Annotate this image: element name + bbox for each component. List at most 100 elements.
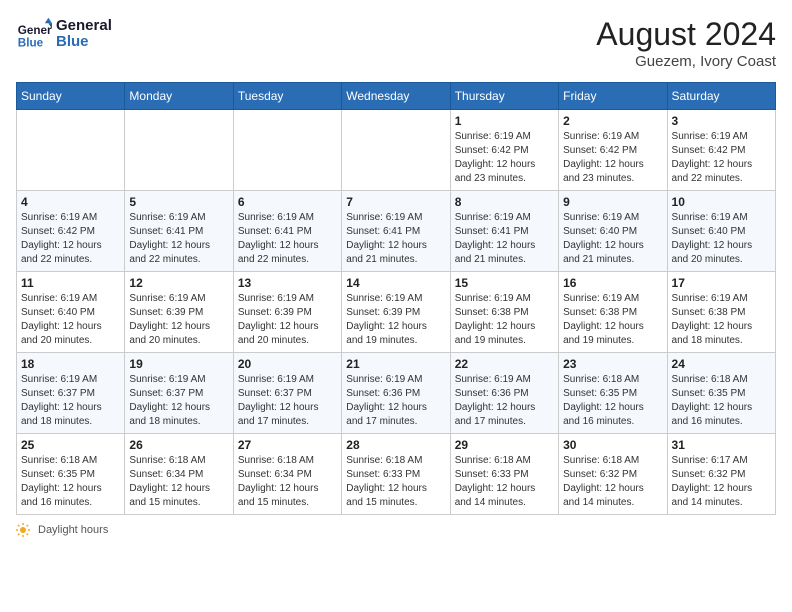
location-subtitle: Guezem, Ivory Coast <box>596 53 776 70</box>
calendar-cell: 13 Sunrise: 6:19 AM Sunset: 6:39 PM Dayli… <box>233 272 341 353</box>
day-number: 12 <box>129 276 228 290</box>
day-number: 6 <box>238 195 337 209</box>
day-number: 18 <box>21 357 120 371</box>
day-number: 4 <box>21 195 120 209</box>
day-info: Sunrise: 6:19 AM Sunset: 6:42 PM Dayligh… <box>21 211 120 267</box>
day-info: Sunrise: 6:19 AM Sunset: 6:41 PM Dayligh… <box>455 211 554 267</box>
day-info: Sunrise: 6:18 AM Sunset: 6:32 PM Dayligh… <box>563 454 662 510</box>
day-number: 15 <box>455 276 554 290</box>
calendar-week-row: 25Sunrise: 6:18 AM Sunset: 6:35 PM Dayli… <box>17 434 776 515</box>
calendar-cell: 21 Sunrise: 6:19 AM Sunset: 6:36 PM Dayli… <box>342 353 450 434</box>
footer-note: Daylight hours <box>16 523 776 537</box>
day-info: Sunrise: 6:19 AM Sunset: 6:40 PM Dayligh… <box>21 292 120 348</box>
logo-blue: Blue <box>56 34 112 51</box>
day-number: 10 <box>672 195 771 209</box>
weekday-header: Friday <box>559 83 667 110</box>
day-info: Sunrise: 6:19 AM Sunset: 6:40 PM Dayligh… <box>672 211 771 267</box>
calendar-cell: 27Sunrise: 6:18 AM Sunset: 6:34 PM Dayli… <box>233 434 341 515</box>
calendar-cell <box>233 110 341 191</box>
calendar-cell: 29 Sunrise: 6:18 AM Sunset: 6:33 PM Dayli… <box>450 434 558 515</box>
day-info: Sunrise: 6:19 AM Sunset: 6:41 PM Dayligh… <box>238 211 337 267</box>
calendar-cell: 19Sunrise: 6:19 AM Sunset: 6:37 PM Dayli… <box>125 353 233 434</box>
day-number: 21 <box>346 357 445 371</box>
calendar-cell: 3Sunrise: 6:19 AM Sunset: 6:42 PM Daylig… <box>667 110 775 191</box>
day-info: Sunrise: 6:19 AM Sunset: 6:36 PM Dayligh… <box>455 373 554 429</box>
calendar-cell: 7 Sunrise: 6:19 AM Sunset: 6:41 PM Daylig… <box>342 191 450 272</box>
day-info: Sunrise: 6:19 AM Sunset: 6:38 PM Dayligh… <box>563 292 662 348</box>
logo-general: General <box>56 18 112 35</box>
day-number: 29 <box>455 438 554 452</box>
day-info: Sunrise: 6:19 AM Sunset: 6:37 PM Dayligh… <box>238 373 337 429</box>
day-info: Sunrise: 6:19 AM Sunset: 6:42 PM Dayligh… <box>672 130 771 186</box>
weekday-header: Saturday <box>667 83 775 110</box>
calendar-cell <box>125 110 233 191</box>
month-year-title: August 2024 <box>596 16 776 53</box>
day-info: Sunrise: 6:18 AM Sunset: 6:33 PM Dayligh… <box>346 454 445 510</box>
calendar-cell: 20 Sunrise: 6:19 AM Sunset: 6:37 PM Dayli… <box>233 353 341 434</box>
day-info: Sunrise: 6:19 AM Sunset: 6:39 PM Dayligh… <box>346 292 445 348</box>
day-info: Sunrise: 6:18 AM Sunset: 6:33 PM Dayligh… <box>455 454 554 510</box>
calendar-cell: 28 Sunrise: 6:18 AM Sunset: 6:33 PM Dayli… <box>342 434 450 515</box>
svg-text:Blue: Blue <box>18 37 44 50</box>
calendar-cell: 8 Sunrise: 6:19 AM Sunset: 6:41 PM Daylig… <box>450 191 558 272</box>
logo: General Blue General Blue <box>16 16 112 52</box>
calendar-cell: 11Sunrise: 6:19 AM Sunset: 6:40 PM Dayli… <box>17 272 125 353</box>
weekday-header-row: SundayMondayTuesdayWednesdayThursdayFrid… <box>17 83 776 110</box>
day-info: Sunrise: 6:19 AM Sunset: 6:36 PM Dayligh… <box>346 373 445 429</box>
page-header: General Blue General Blue August 2024 Gu… <box>16 16 776 70</box>
weekday-header: Wednesday <box>342 83 450 110</box>
calendar-cell: 12 Sunrise: 6:19 AM Sunset: 6:39 PM Dayli… <box>125 272 233 353</box>
sun-icon <box>16 523 30 537</box>
calendar-cell: 31Sunrise: 6:17 AM Sunset: 6:32 PM Dayli… <box>667 434 775 515</box>
logo-icon: General Blue <box>16 16 52 52</box>
calendar-cell: 22 Sunrise: 6:19 AM Sunset: 6:36 PM Dayli… <box>450 353 558 434</box>
weekday-header: Tuesday <box>233 83 341 110</box>
day-number: 28 <box>346 438 445 452</box>
calendar-cell: 16 Sunrise: 6:19 AM Sunset: 6:38 PM Dayli… <box>559 272 667 353</box>
calendar-cell: 6 Sunrise: 6:19 AM Sunset: 6:41 PM Daylig… <box>233 191 341 272</box>
day-info: Sunrise: 6:19 AM Sunset: 6:42 PM Dayligh… <box>455 130 554 186</box>
svg-text:General: General <box>18 24 52 37</box>
day-info: Sunrise: 6:19 AM Sunset: 6:39 PM Dayligh… <box>238 292 337 348</box>
day-info: Sunrise: 6:19 AM Sunset: 6:39 PM Dayligh… <box>129 292 228 348</box>
calendar-cell: 18 Sunrise: 6:19 AM Sunset: 6:37 PM Dayli… <box>17 353 125 434</box>
day-number: 17 <box>672 276 771 290</box>
calendar-cell: 14Sunrise: 6:19 AM Sunset: 6:39 PM Dayli… <box>342 272 450 353</box>
day-info: Sunrise: 6:18 AM Sunset: 6:35 PM Dayligh… <box>21 454 120 510</box>
day-number: 13 <box>238 276 337 290</box>
day-number: 1 <box>455 114 554 128</box>
day-number: 2 <box>563 114 662 128</box>
calendar-cell: 4 Sunrise: 6:19 AM Sunset: 6:42 PM Daylig… <box>17 191 125 272</box>
calendar-cell: 26 Sunrise: 6:18 AM Sunset: 6:34 PM Dayli… <box>125 434 233 515</box>
day-number: 26 <box>129 438 228 452</box>
day-number: 27 <box>238 438 337 452</box>
day-number: 7 <box>346 195 445 209</box>
day-number: 20 <box>238 357 337 371</box>
day-info: Sunrise: 6:19 AM Sunset: 6:38 PM Dayligh… <box>672 292 771 348</box>
weekday-header: Monday <box>125 83 233 110</box>
calendar-cell <box>342 110 450 191</box>
day-number: 22 <box>455 357 554 371</box>
day-info: Sunrise: 6:18 AM Sunset: 6:34 PM Dayligh… <box>129 454 228 510</box>
calendar-cell: 17 Sunrise: 6:19 AM Sunset: 6:38 PM Dayli… <box>667 272 775 353</box>
day-number: 24 <box>672 357 771 371</box>
day-info: Sunrise: 6:17 AM Sunset: 6:32 PM Dayligh… <box>672 454 771 510</box>
day-number: 8 <box>455 195 554 209</box>
day-number: 16 <box>563 276 662 290</box>
calendar-cell: 15 Sunrise: 6:19 AM Sunset: 6:38 PM Dayli… <box>450 272 558 353</box>
day-number: 30 <box>563 438 662 452</box>
calendar-cell: 25Sunrise: 6:18 AM Sunset: 6:35 PM Dayli… <box>17 434 125 515</box>
day-info: Sunrise: 6:19 AM Sunset: 6:42 PM Dayligh… <box>563 130 662 186</box>
day-info: Sunrise: 6:19 AM Sunset: 6:41 PM Dayligh… <box>129 211 228 267</box>
day-info: Sunrise: 6:19 AM Sunset: 6:41 PM Dayligh… <box>346 211 445 267</box>
day-info: Sunrise: 6:19 AM Sunset: 6:38 PM Dayligh… <box>455 292 554 348</box>
calendar-week-row: 1 Sunrise: 6:19 AM Sunset: 6:42 PM Daylig… <box>17 110 776 191</box>
day-number: 19 <box>129 357 228 371</box>
day-info: Sunrise: 6:19 AM Sunset: 6:37 PM Dayligh… <box>21 373 120 429</box>
day-number: 9 <box>563 195 662 209</box>
day-info: Sunrise: 6:18 AM Sunset: 6:35 PM Dayligh… <box>672 373 771 429</box>
calendar-cell <box>17 110 125 191</box>
calendar-cell: 10 Sunrise: 6:19 AM Sunset: 6:40 PM Dayli… <box>667 191 775 272</box>
calendar-cell: 23Sunrise: 6:18 AM Sunset: 6:35 PM Dayli… <box>559 353 667 434</box>
daylight-label: Daylight hours <box>38 524 108 536</box>
